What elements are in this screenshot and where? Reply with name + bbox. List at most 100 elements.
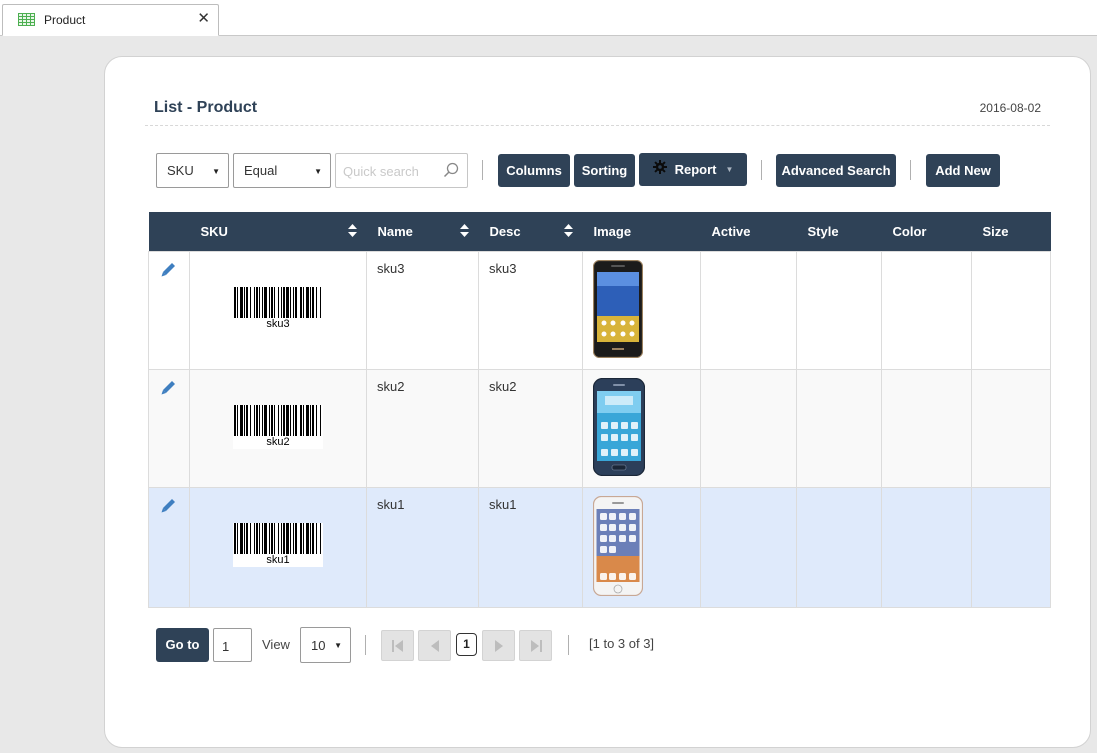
current-page[interactable]: 1 [456,633,477,656]
image-cell [582,368,701,488]
search-field-value: SKU [167,163,194,178]
column-header-desc[interactable]: Desc [478,212,583,251]
product-table: SKU Name Desc Image Active Style Color S… [148,212,1051,608]
pager-divider [365,635,366,655]
page-date: 2016-08-02 [979,101,1041,115]
column-header-size: Size [971,212,1051,251]
phone-lg-icon[interactable] [592,259,644,361]
barcode-text: sku2 [266,435,290,448]
close-icon[interactable]: ✕ [197,11,210,27]
name-cell: sku3 [366,250,479,370]
table-grid-icon [18,13,35,29]
page-size-value: 10 [311,638,326,653]
add-new-button[interactable]: Add New [926,154,1000,187]
color-cell [881,486,972,608]
tab-product[interactable]: Product ✕ [2,4,219,36]
color-cell [881,368,972,488]
name-cell: sku2 [366,368,479,488]
prev-page-button[interactable] [418,630,451,661]
table-row[interactable]: sku2 sku2 sku2 [148,368,1051,488]
barcode: sku1 [233,522,323,567]
page-title: List - Product [154,99,258,116]
active-cell [700,250,797,370]
columns-button[interactable]: Columns [498,154,570,187]
operator-value: Equal [244,163,278,178]
edit-cell [148,250,190,370]
edit-cell [148,486,190,608]
column-header-label: Desc [489,223,521,239]
column-header-label: SKU [200,223,228,239]
sorting-button[interactable]: Sorting [574,154,635,187]
pencil-icon[interactable] [161,262,176,280]
barcode-cell: sku2 [189,368,367,488]
image-cell [582,250,701,370]
image-cell [582,486,701,608]
sort-icon[interactable] [563,224,573,240]
name-cell: sku1 [366,486,479,608]
active-cell [700,486,797,608]
toolbar-divider [910,160,911,180]
toolbar-divider [761,160,762,180]
pencil-icon[interactable] [161,498,176,516]
column-header-sku[interactable]: SKU [189,212,367,251]
next-page-button[interactable] [482,630,515,661]
barcode-text: sku3 [266,317,290,330]
phone-samsung-icon[interactable] [592,377,646,479]
operator-select[interactable]: Equal ▼ [233,153,331,188]
column-header-label: Name [377,223,413,239]
style-cell [796,250,882,370]
list-panel: List - Product 2016-08-02 SKU ▼ Equal ▼ … [104,56,1091,748]
pagination-info: [1 to 3 of 3] [589,636,655,651]
size-cell [971,486,1051,608]
goto-page-input[interactable]: 1 [213,628,252,662]
barcode: sku2 [233,404,323,449]
active-cell [700,368,797,488]
style-cell [796,486,882,608]
sort-icon[interactable] [347,224,357,240]
report-button[interactable]: Report ▼ [639,153,747,186]
goto-button[interactable]: Go to [156,628,209,662]
table-row[interactable]: sku3 sku3 sku3 [148,250,1051,370]
quick-search-placeholder: Quick search [343,164,419,179]
search-field-select[interactable]: SKU ▼ [156,153,229,188]
caret-down-icon: ▼ [725,165,734,175]
report-label: Report [674,162,717,177]
pager-divider [568,635,569,655]
quick-search-input[interactable]: Quick search [335,153,468,188]
search-icon[interactable] [443,162,459,181]
pencil-icon[interactable] [161,380,176,398]
barcode: sku3 [233,286,323,331]
last-page-button[interactable] [519,630,552,661]
barcode-text: sku1 [266,553,290,566]
desc-cell: sku1 [478,486,583,608]
tab-title: Product [44,13,86,27]
first-page-button[interactable] [381,630,414,661]
phone-iphone-icon[interactable] [592,495,644,599]
toolbar-divider [482,160,483,180]
column-header-style: Style [796,212,882,251]
gear-icon [652,153,667,186]
edit-cell [148,368,190,488]
column-header-active: Active [700,212,797,251]
column-header-name[interactable]: Name [366,212,479,251]
view-label: View [262,637,290,652]
table-row[interactable]: sku1 sku1 sku1 [148,486,1051,608]
color-cell [881,250,972,370]
title-divider [145,125,1050,126]
barcode-cell: sku1 [189,486,367,608]
page-size-select[interactable]: 10 ▼ [300,627,351,663]
desc-cell: sku3 [478,250,583,370]
tab-strip: Product ✕ [0,0,1097,36]
caret-down-icon: ▼ [314,167,322,176]
size-cell [971,368,1051,488]
style-cell [796,368,882,488]
advanced-search-button[interactable]: Advanced Search [776,154,896,187]
desc-cell: sku2 [478,368,583,488]
caret-down-icon: ▼ [334,641,342,650]
table-header-row: SKU Name Desc Image Active Style Color S… [148,212,1051,251]
barcode-cell: sku3 [189,250,367,370]
column-header-color: Color [881,212,972,251]
size-cell [971,250,1051,370]
sort-icon[interactable] [459,224,469,240]
column-header-image: Image [582,212,701,251]
